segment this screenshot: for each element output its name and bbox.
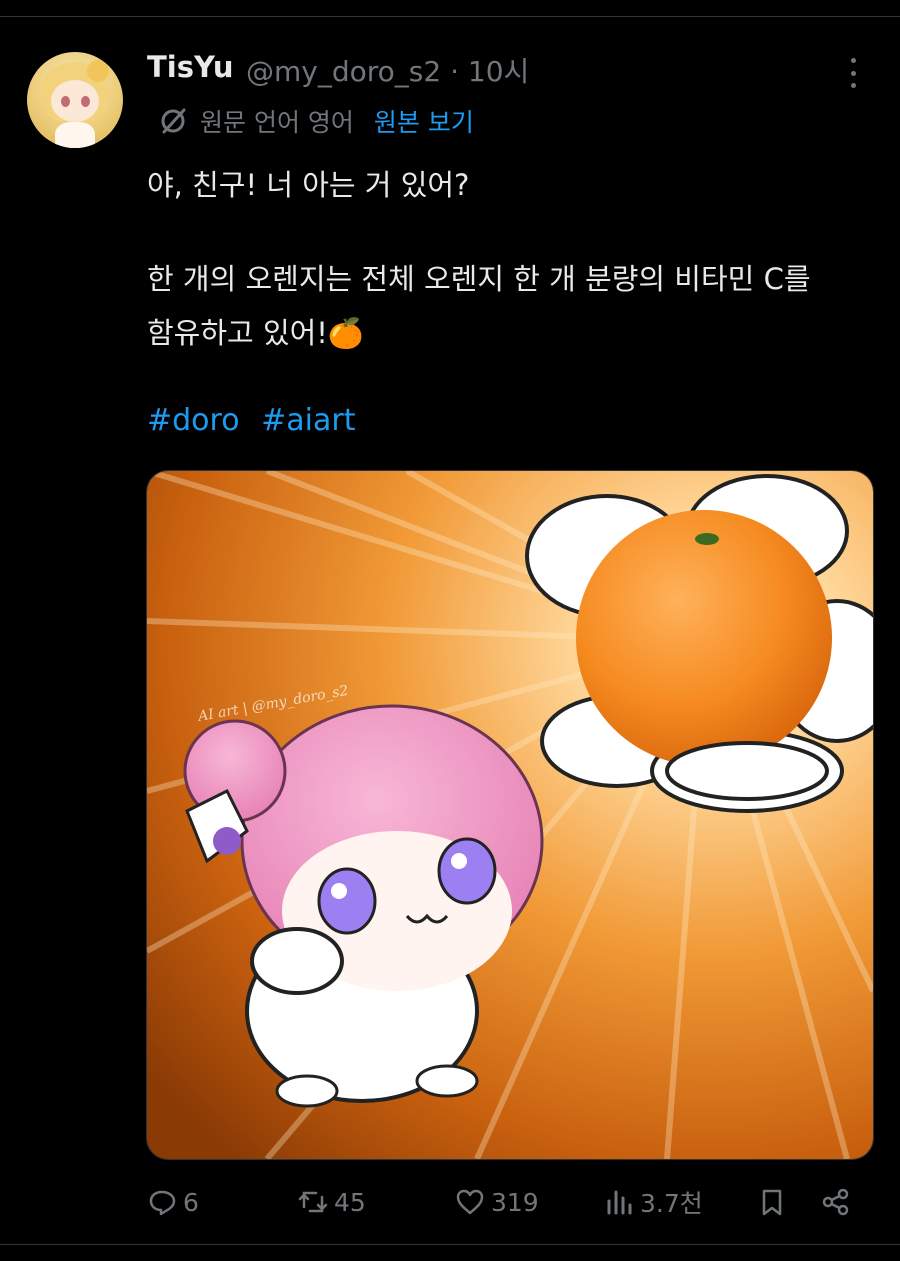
heart-icon xyxy=(456,1189,484,1215)
display-name[interactable]: TisYu xyxy=(147,50,234,84)
share-icon xyxy=(822,1188,849,1216)
reply-count: 6 xyxy=(183,1187,199,1217)
bottom-divider xyxy=(0,1244,900,1245)
views-count: 3.7천 xyxy=(640,1189,703,1218)
bookmark-button[interactable] xyxy=(757,1178,787,1226)
tweet-text-line-3: 함유하고 있어!🍊 xyxy=(147,316,365,350)
source-language-label: 원문 언어 영어 xyxy=(200,108,354,137)
tweet-image[interactable]: AI art | @my_doro_s2 xyxy=(146,470,874,1160)
avatar[interactable] xyxy=(27,52,123,148)
reply-button[interactable]: 6 xyxy=(147,1178,199,1226)
share-button[interactable] xyxy=(820,1178,850,1226)
reply-icon xyxy=(149,1190,176,1216)
tweet-actions-bar: 6 45 319 3.7천 xyxy=(0,1178,900,1226)
handle-and-time[interactable]: @my_doro_s2 · 10시 xyxy=(246,50,529,90)
retweet-count: 45 xyxy=(334,1187,366,1217)
retweet-icon xyxy=(298,1191,328,1213)
like-button[interactable]: 319 xyxy=(455,1178,539,1226)
hashtag-aiart[interactable]: #aiart xyxy=(261,403,355,438)
like-count: 319 xyxy=(491,1187,539,1217)
bookmark-icon xyxy=(762,1189,782,1216)
hashtag-doro[interactable]: #doro xyxy=(147,403,240,438)
top-divider xyxy=(0,16,900,17)
views-icon xyxy=(607,1190,632,1215)
more-vertical-icon[interactable] xyxy=(836,56,870,90)
retweet-button[interactable]: 45 xyxy=(298,1178,366,1226)
tweet-text-line-1: 야, 친구! 너 아는 거 있어? xyxy=(147,168,470,202)
view-original-link[interactable]: 원본 보기 xyxy=(374,103,474,139)
views-button[interactable]: 3.7천 xyxy=(604,1178,703,1226)
doro-orange-illustration: AI art | @my_doro_s2 xyxy=(147,471,873,1159)
translation-bar: 원문 언어 영어 원본 보기 xyxy=(158,101,474,141)
tweet-text-line-2: 한 개의 오렌지는 전체 오렌지 한 개 분량의 비타민 C를 xyxy=(147,262,811,296)
hashtags: #doro #aiart xyxy=(147,403,367,438)
translate-icon xyxy=(161,108,186,134)
